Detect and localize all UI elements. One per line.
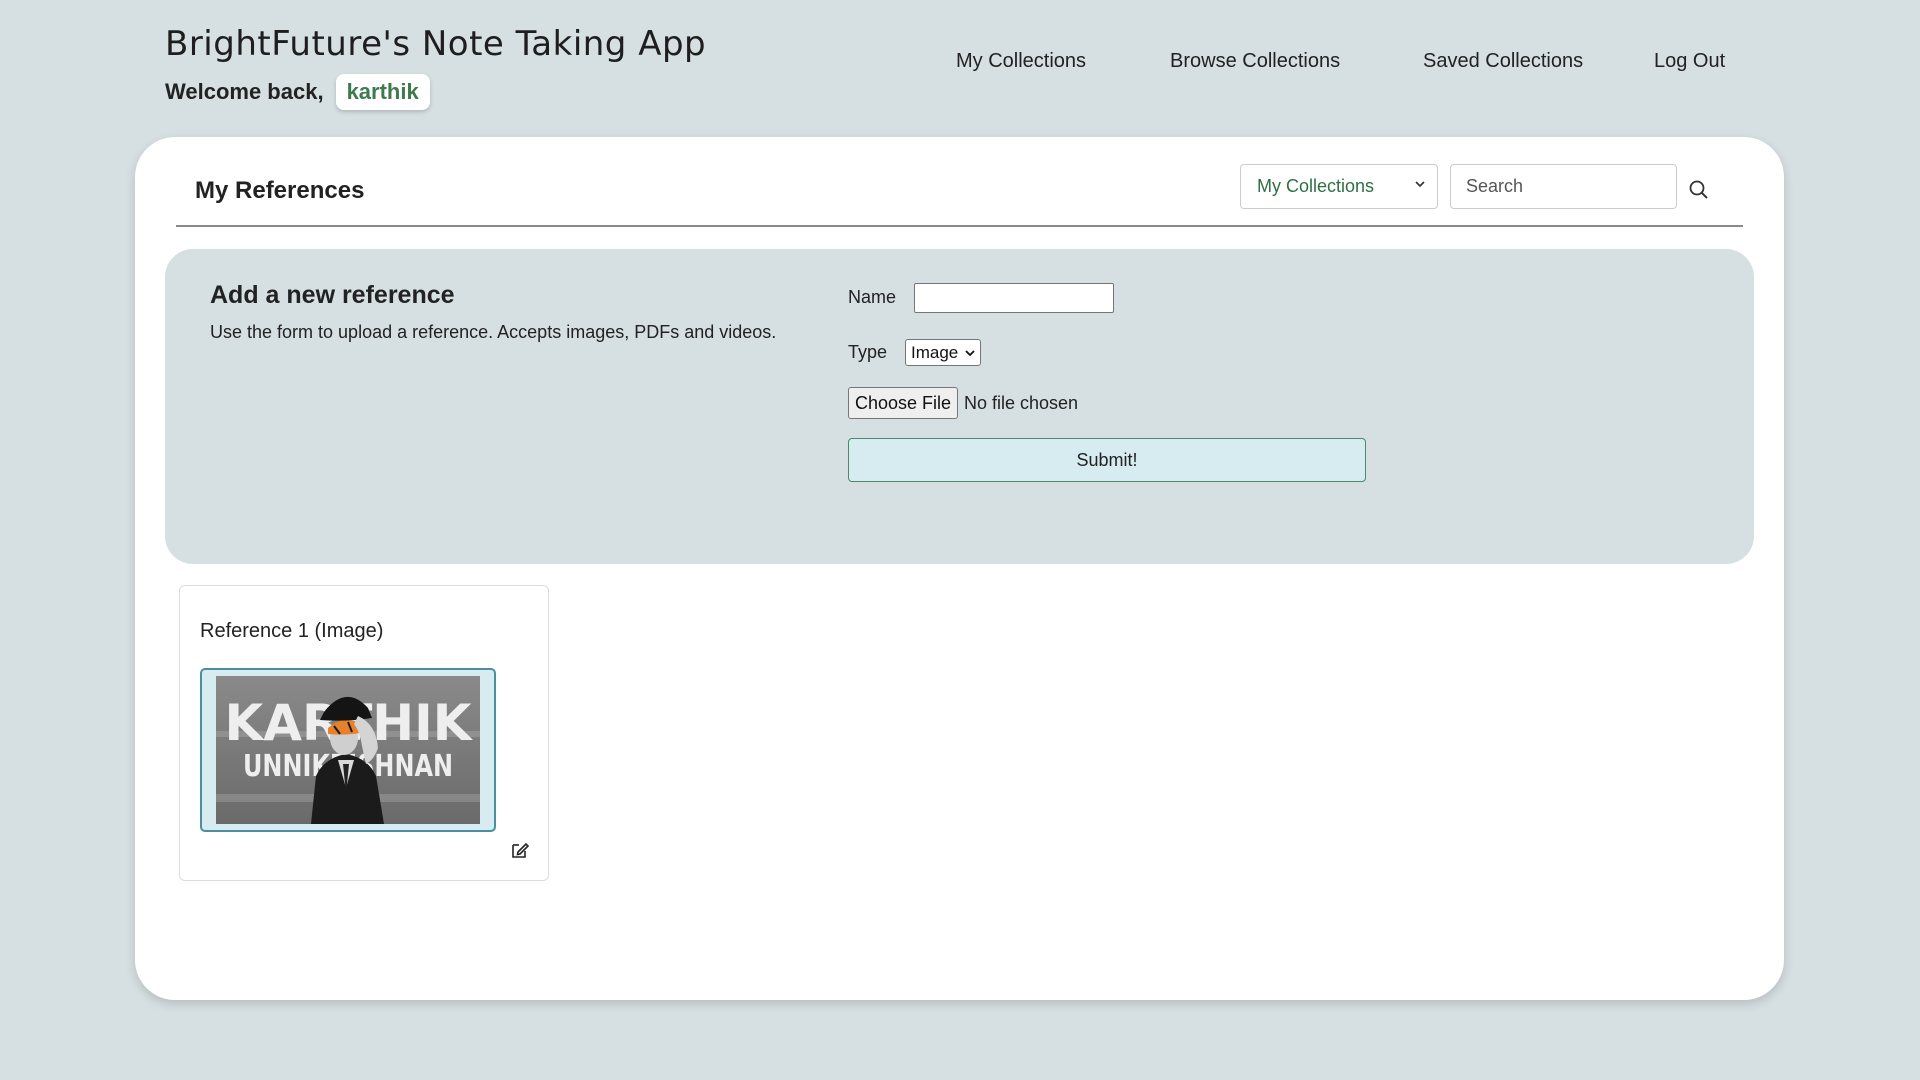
- chevron-down-icon: [1415, 181, 1425, 188]
- add-reference-panel: Add a new reference Use the form to uplo…: [165, 249, 1754, 564]
- reference-image: KARTHIK UNNIKRISHNAN: [216, 676, 480, 824]
- header-divider: [176, 225, 1743, 227]
- edit-icon[interactable]: [509, 839, 531, 861]
- type-select[interactable]: Image: [905, 339, 981, 366]
- reference-card: Reference 1 (Image) KARTHIK UNNIKRISHNAN: [179, 585, 549, 881]
- submit-button[interactable]: Submit!: [848, 438, 1366, 482]
- chevron-down-icon: [965, 350, 975, 357]
- search-input[interactable]: [1450, 164, 1677, 209]
- reference-title: Reference 1 (Image): [200, 620, 384, 642]
- nav-saved-collections[interactable]: Saved Collections: [1423, 50, 1583, 73]
- collection-filter-select[interactable]: My Collections: [1240, 164, 1438, 209]
- top-navigation: My Collections Browse Collections Saved …: [0, 50, 1920, 80]
- name-input[interactable]: [914, 283, 1114, 313]
- welcome-text: Welcome back,: [165, 79, 324, 104]
- file-status-text: No file chosen: [964, 393, 1079, 413]
- page-title: My References: [195, 177, 365, 204]
- type-label: Type: [848, 342, 888, 362]
- nav-my-collections[interactable]: My Collections: [956, 50, 1086, 73]
- search-icon[interactable]: [1688, 179, 1710, 201]
- type-select-value: Image: [911, 342, 959, 362]
- add-reference-title: Add a new reference: [210, 281, 455, 309]
- nav-log-out[interactable]: Log Out: [1654, 50, 1725, 73]
- reference-thumbnail[interactable]: KARTHIK UNNIKRISHNAN: [200, 668, 496, 832]
- nav-browse-collections[interactable]: Browse Collections: [1170, 50, 1340, 73]
- name-label: Name: [848, 287, 897, 307]
- add-reference-description: Use the form to upload a reference. Acce…: [210, 322, 777, 342]
- collection-filter-value: My Collections: [1257, 176, 1375, 196]
- choose-file-button[interactable]: Choose File: [848, 387, 958, 419]
- references-card: My References My Collections Add a new r…: [135, 137, 1784, 1000]
